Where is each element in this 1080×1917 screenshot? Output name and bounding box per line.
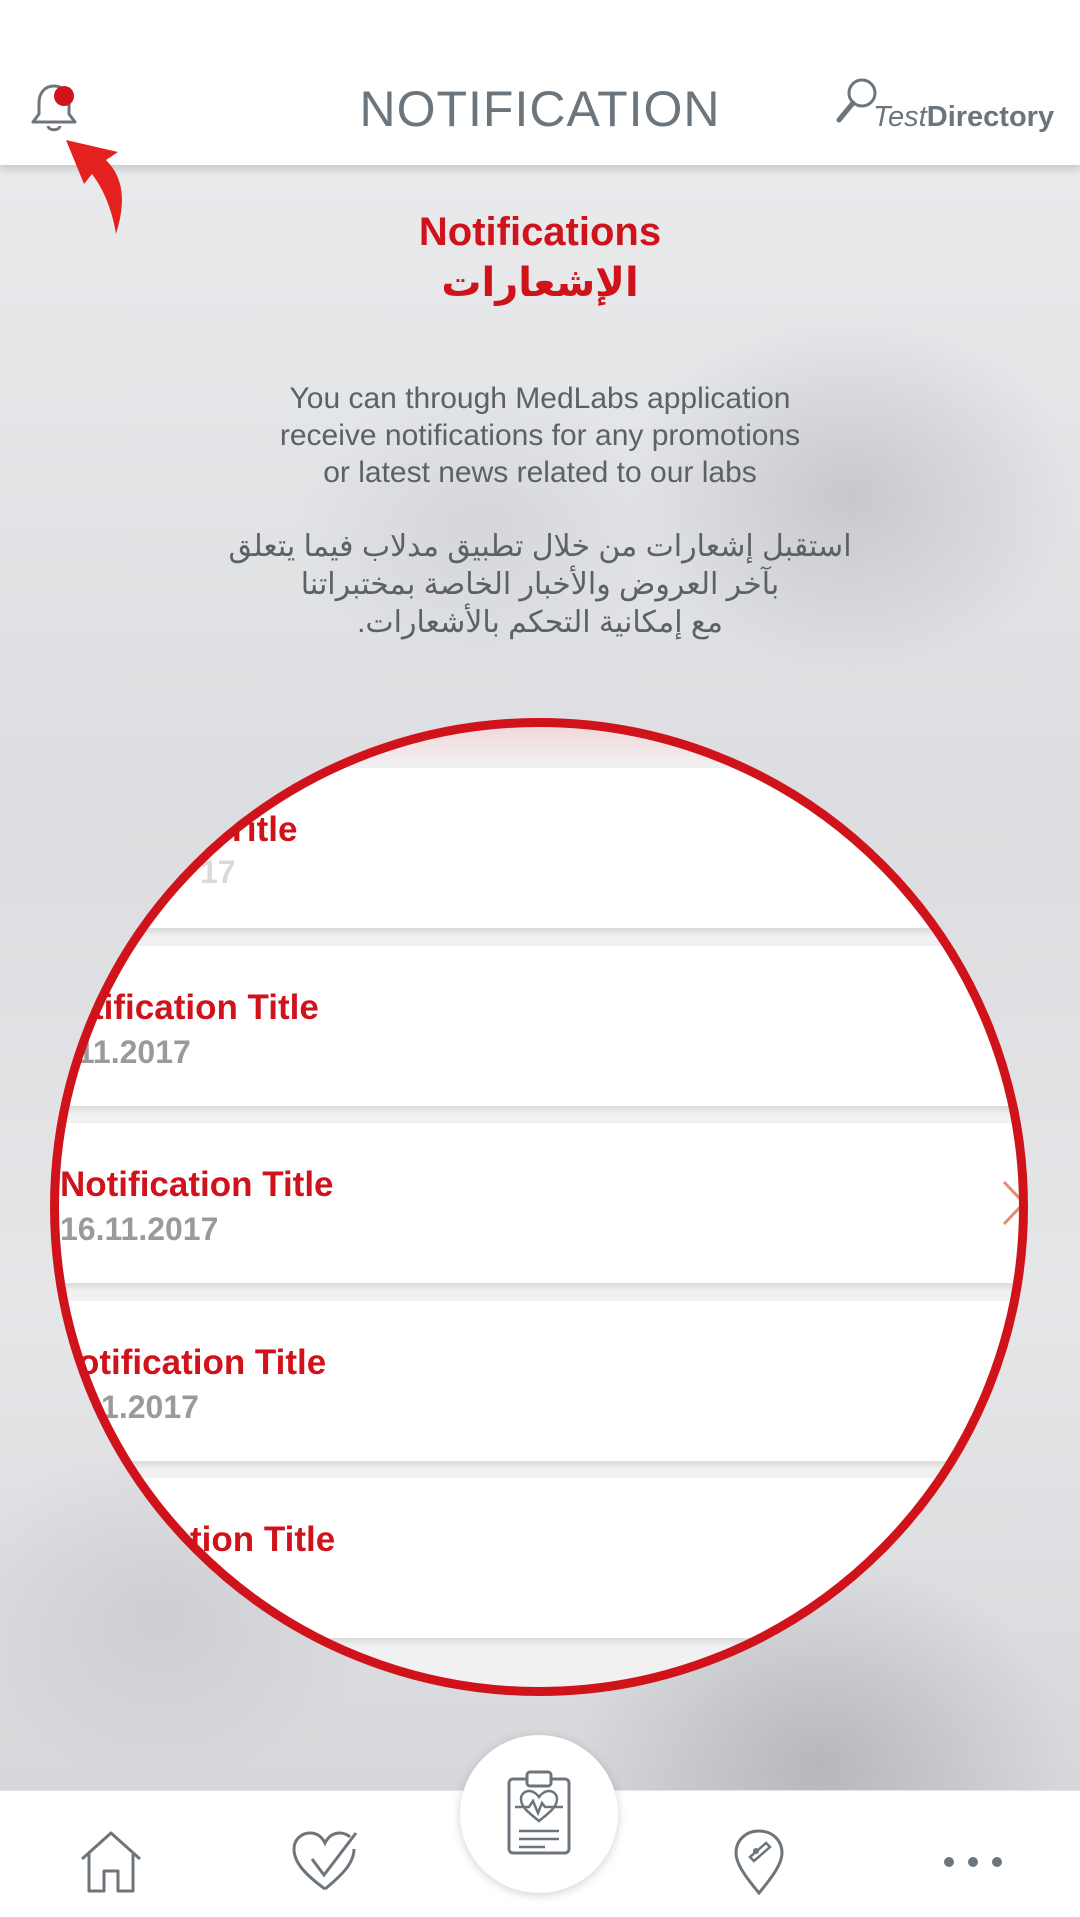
notification-badge [54,86,74,106]
notification-date: .11.2017 [68,1034,191,1070]
intro-title-en: Notifications [418,210,662,254]
notification-row[interactable]: n Title 17 [50,768,1028,928]
location-pin-icon[interactable] [724,1827,794,1897]
notification-title: tification Title [92,988,319,1027]
bell-icon[interactable] [28,80,80,136]
heart-check-icon[interactable] [290,1827,360,1897]
top-bar: NOTIFICATION TestDirectory [0,0,1080,165]
intro-description-ar: استقبل إشعارات من خلال تطبيق مدلاب فيما … [228,530,852,639]
clipboard-heart-icon [507,1770,571,1855]
intro-description-en: You can through MedLabs application rece… [279,382,801,489]
arrow-icon [66,140,122,234]
notification-row[interactable]: tification Title .11.2017 [50,946,1028,1106]
notification-title: n Title [195,810,298,849]
test-directory-label: TestDirectory [873,101,1055,133]
notification-title: tion Title [190,1520,336,1559]
notification-date: 17 [200,854,236,890]
page-title: NOTIFICATION [359,81,721,137]
notification-row[interactable]: otification Title 11.2017 [50,1301,1028,1461]
notification-date: 16.11.2017 [60,1211,219,1247]
notification-row[interactable]: Notification Title 16.11.2017 [50,1123,1028,1283]
more-dots-icon[interactable] [938,1827,1008,1897]
test-directory-button[interactable]: TestDirectory [835,76,1055,136]
notification-title: Notification Title [60,1165,334,1204]
chevron-right-icon [1002,1180,1027,1226]
notification-row[interactable]: tion Title [50,1478,1028,1638]
intro-title-ar: الإشعارات [441,261,639,305]
notification-date: 11.2017 [85,1389,199,1425]
home-icon[interactable] [76,1827,146,1897]
magnifier-circle: n Title 17 tification Title .11.2017 Not… [50,718,1028,1696]
notification-title: otification Title [78,1343,327,1382]
center-action-button[interactable] [460,1735,618,1893]
